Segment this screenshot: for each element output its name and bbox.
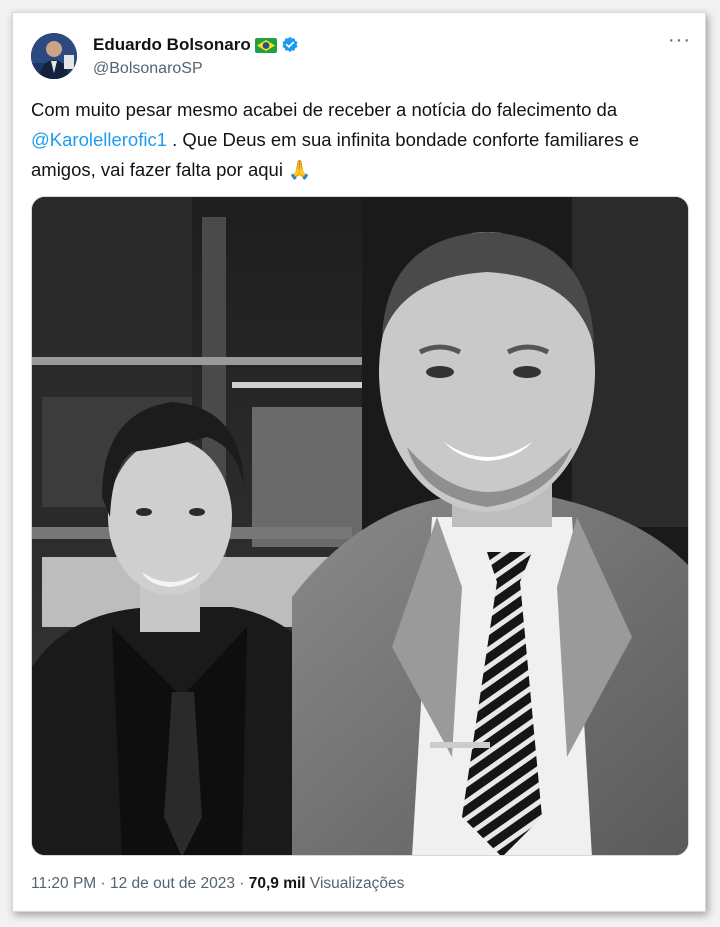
photo-image [32, 197, 688, 855]
avatar-image [31, 33, 77, 79]
avatar[interactable] [31, 33, 77, 79]
brazil-flag-icon [254, 37, 277, 53]
mention-link[interactable]: @Karolellerofic1 [31, 129, 167, 150]
tweet-date[interactable]: 12 de out de 2023 [110, 875, 235, 892]
separator: · [96, 875, 110, 892]
tweet-meta: 11:20 PM · 12 de out de 2023 · 70,9 mil … [31, 875, 404, 893]
praying-hands-emoji: 🙏 [288, 159, 312, 180]
tweet-text: Com muito pesar mesmo acabei de receber … [31, 95, 691, 185]
name-row: Eduardo Bolsonaro [93, 35, 299, 55]
tweet-time[interactable]: 11:20 PM [31, 875, 96, 892]
tweet-card: Eduardo Bolsonaro @BolsonaroSP ··· Com m… [12, 12, 706, 912]
display-name[interactable]: Eduardo Bolsonaro [93, 35, 251, 55]
views-label: Visualizações [305, 875, 405, 892]
more-options-icon[interactable]: ··· [668, 29, 691, 52]
user-handle[interactable]: @BolsonaroSP [93, 60, 203, 78]
tweet-text-part: Com muito pesar mesmo acabei de receber … [31, 99, 618, 120]
views-count: 70,9 mil [248, 875, 306, 892]
verified-badge-icon[interactable] [281, 36, 299, 54]
separator: · [234, 875, 249, 892]
tweet-photo[interactable] [31, 196, 689, 856]
